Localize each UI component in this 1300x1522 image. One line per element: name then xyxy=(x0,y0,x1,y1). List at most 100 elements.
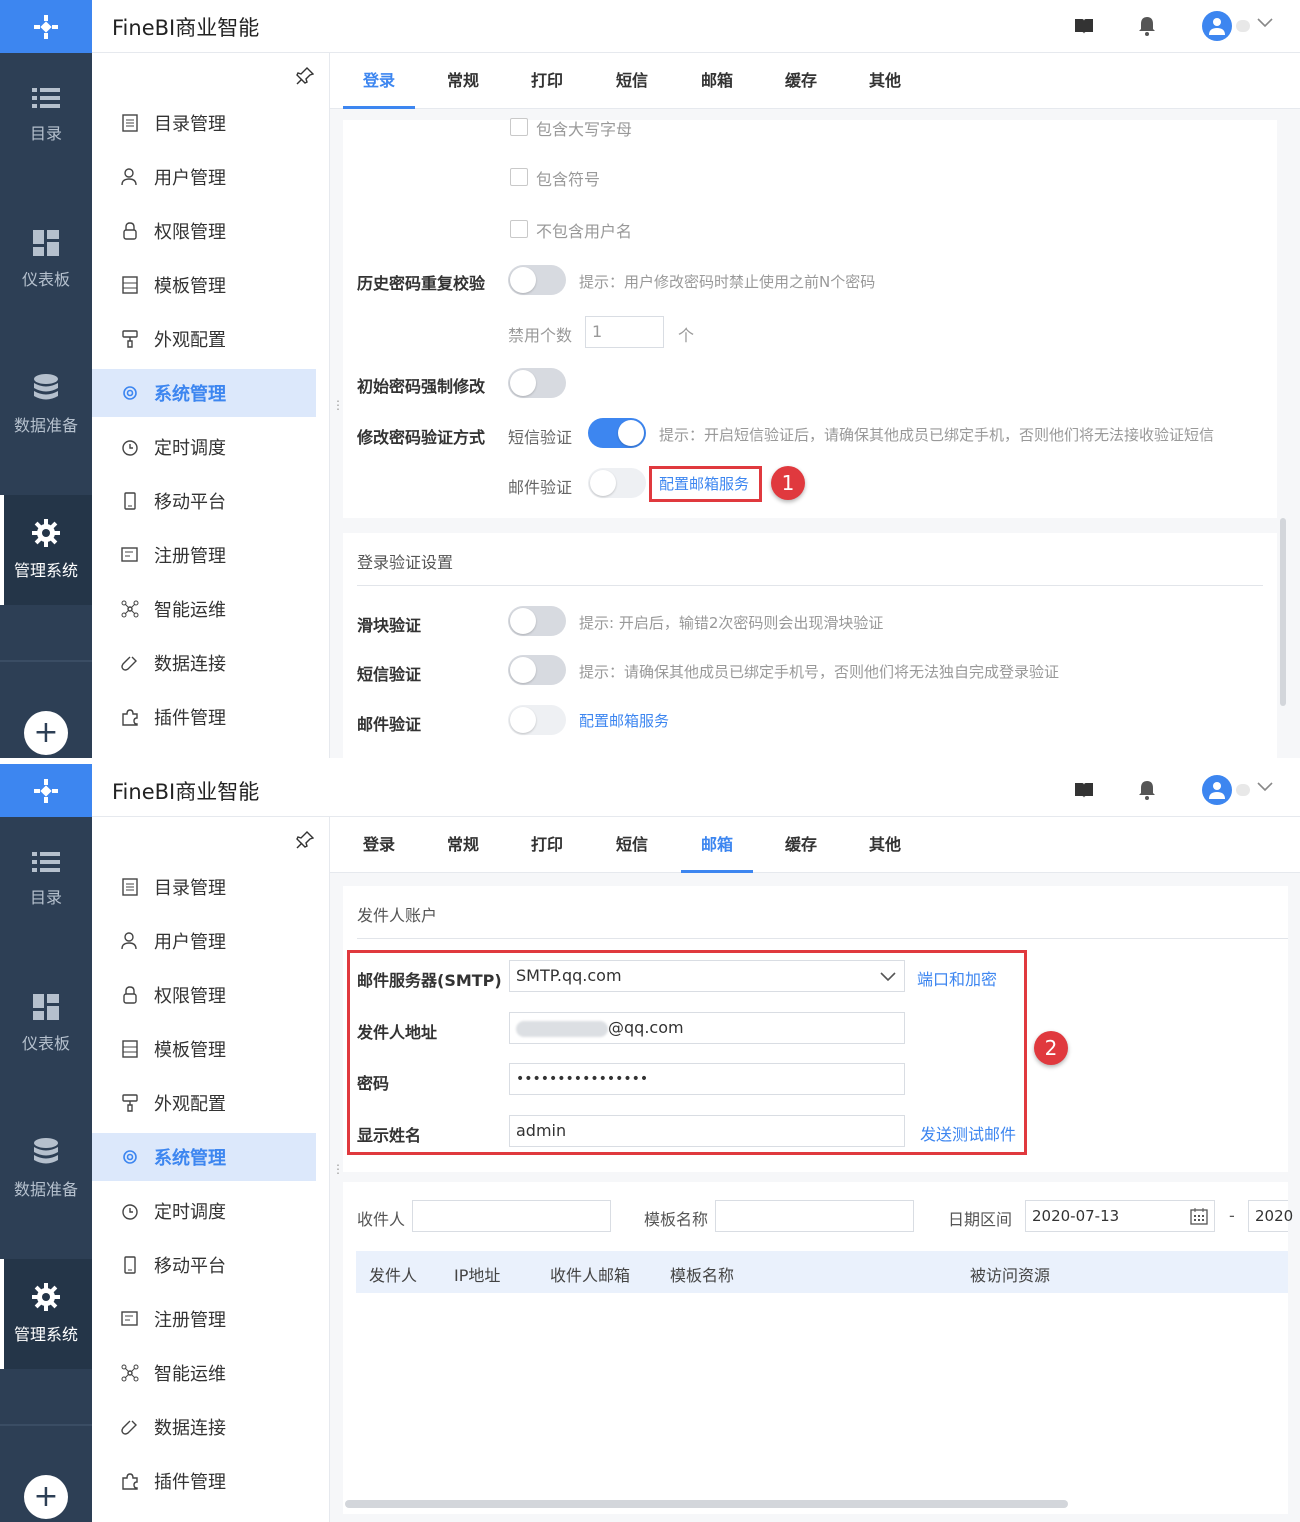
logo[interactable] xyxy=(0,764,92,817)
tab-sms[interactable]: 短信 xyxy=(596,53,668,109)
menu-item-users[interactable]: 用户管理 xyxy=(92,917,316,965)
menu-item-templates[interactable]: 模板管理 xyxy=(92,1025,316,1073)
rail-item-catalog[interactable]: 目录 xyxy=(0,824,92,934)
menu-item-plugins[interactable]: 插件管理 xyxy=(92,693,316,741)
link-icon xyxy=(120,653,140,673)
chevron-down-icon[interactable] xyxy=(1257,18,1273,28)
menu-item-data-connection[interactable]: 数据连接 xyxy=(92,639,316,687)
chevron-down-icon[interactable] xyxy=(1257,782,1273,792)
date-start-input[interactable]: 2020-07-13 xyxy=(1025,1200,1215,1232)
menu-item-catalog[interactable]: 目录管理 xyxy=(92,99,316,147)
menu-item-appearance[interactable]: 外观配置 xyxy=(92,1079,316,1127)
calendar-icon[interactable] xyxy=(1190,1207,1208,1225)
register-icon xyxy=(120,1309,140,1329)
menu-item-ops[interactable]: 智能运维 xyxy=(92,585,316,633)
rail-item-dashboard[interactable]: 仪表板 xyxy=(0,205,92,315)
menu-item-registration[interactable]: 注册管理 xyxy=(92,531,316,579)
menu-item-label: 系统管理 xyxy=(154,384,226,405)
rail-item-admin[interactable]: 管理系统 xyxy=(0,495,92,605)
recipient-filter-label: 收件人 xyxy=(357,1210,406,1229)
tab-general[interactable]: 常规 xyxy=(427,53,499,109)
history-check-hint: 提示：用户修改密码时禁止使用之前N个密码 xyxy=(579,273,876,291)
rail-item-admin[interactable]: 管理系统 xyxy=(0,1259,92,1369)
add-button[interactable]: + xyxy=(24,711,68,755)
tab-login[interactable]: 登录 xyxy=(343,817,415,873)
tab-print[interactable]: 打印 xyxy=(511,817,583,873)
avatar[interactable] xyxy=(1202,775,1232,805)
catalog-icon xyxy=(120,113,140,133)
book-icon[interactable] xyxy=(1074,780,1094,800)
sms-verify-toggle[interactable] xyxy=(588,418,646,448)
rail-item-data-prep[interactable]: 数据准备 xyxy=(0,1114,92,1224)
menu-item-label: 权限管理 xyxy=(154,222,226,243)
menu-item-system[interactable]: 系统管理 xyxy=(92,369,316,417)
add-button[interactable]: + xyxy=(24,1475,68,1519)
checkbox-no-username[interactable] xyxy=(510,220,528,238)
pin-icon[interactable] xyxy=(296,67,314,85)
rail-item-catalog[interactable]: 目录 xyxy=(0,60,92,170)
menu-item-catalog[interactable]: 目录管理 xyxy=(92,863,316,911)
forbid-count-input[interactable]: 1 xyxy=(585,316,664,348)
tab-other[interactable]: 其他 xyxy=(849,817,921,873)
tab-sms[interactable]: 短信 xyxy=(596,817,668,873)
tab-login[interactable]: 登录 xyxy=(343,53,415,109)
mail-login-toggle[interactable] xyxy=(508,705,566,735)
tab-general[interactable]: 常规 xyxy=(427,817,499,873)
resize-handle[interactable]: ⋮ xyxy=(332,1162,344,1178)
history-check-toggle[interactable] xyxy=(508,265,566,295)
menu-item-schedule[interactable]: 定时调度 xyxy=(92,423,316,471)
menu-item-permissions[interactable]: 权限管理 xyxy=(92,207,316,255)
date-range-label: 日期区间 xyxy=(948,1210,1013,1229)
mail-verify-toggle[interactable] xyxy=(588,468,646,498)
menu-item-data-connection[interactable]: 数据连接 xyxy=(92,1403,316,1451)
tab-mailbox[interactable]: 邮箱 xyxy=(681,53,753,109)
tab-print[interactable]: 打印 xyxy=(511,53,583,109)
brush-icon xyxy=(120,1093,140,1113)
menu-item-label: 外观配置 xyxy=(154,1094,226,1115)
pin-icon[interactable] xyxy=(296,831,314,849)
sms-login-toggle[interactable] xyxy=(508,655,566,685)
highlight-box xyxy=(347,950,1027,1155)
book-icon[interactable] xyxy=(1074,16,1094,36)
menu-item-plugins[interactable]: 插件管理 xyxy=(92,1457,316,1505)
menu-item-label: 用户管理 xyxy=(154,932,226,953)
horizontal-scrollbar[interactable] xyxy=(345,1500,1068,1508)
template-filter-input[interactable] xyxy=(715,1200,914,1232)
tab-cache[interactable]: 缓存 xyxy=(765,817,837,873)
resize-handle[interactable]: ⋮ xyxy=(332,398,344,414)
vertical-scrollbar[interactable] xyxy=(1280,518,1286,706)
tab-other[interactable]: 其他 xyxy=(849,53,921,109)
menu-item-mobile[interactable]: 移动平台 xyxy=(92,477,316,525)
tab-cache[interactable]: 缓存 xyxy=(765,53,837,109)
checkbox-symbol[interactable] xyxy=(510,168,528,186)
recipient-filter-input[interactable] xyxy=(412,1200,611,1232)
menu-item-mobile[interactable]: 移动平台 xyxy=(92,1241,316,1289)
menu-item-users[interactable]: 用户管理 xyxy=(92,153,316,201)
slider-verify-toggle[interactable] xyxy=(508,606,566,636)
bell-icon[interactable] xyxy=(1138,780,1156,800)
date-end-input[interactable]: 2020 xyxy=(1248,1200,1293,1232)
logo-icon xyxy=(34,14,58,39)
menu-item-system[interactable]: 系统管理 xyxy=(92,1133,316,1181)
logo[interactable] xyxy=(0,0,92,53)
user-icon xyxy=(120,931,140,951)
rail-item-data-prep[interactable]: 数据准备 xyxy=(0,350,92,460)
initial-force-toggle[interactable] xyxy=(508,368,566,398)
rail-item-dashboard[interactable]: 仪表板 xyxy=(0,969,92,1079)
menu-item-permissions[interactable]: 权限管理 xyxy=(92,971,316,1019)
tab-mailbox[interactable]: 邮箱 xyxy=(681,817,753,873)
lock-icon xyxy=(120,985,140,1005)
menu-item-appearance[interactable]: 外观配置 xyxy=(92,315,316,363)
menu-item-label: 插件管理 xyxy=(154,1472,226,1493)
avatar[interactable] xyxy=(1202,11,1232,41)
step-badge: 1 xyxy=(771,466,805,500)
checkbox-uppercase[interactable] xyxy=(510,118,528,136)
menu-item-templates[interactable]: 模板管理 xyxy=(92,261,316,309)
menu-item-ops[interactable]: 智能运维 xyxy=(92,1349,316,1397)
menu-item-registration[interactable]: 注册管理 xyxy=(92,1295,316,1343)
app-title: FineBI商业智能 xyxy=(112,780,260,804)
bell-icon[interactable] xyxy=(1138,16,1156,36)
menu-item-label: 定时调度 xyxy=(154,438,226,459)
menu-item-schedule[interactable]: 定时调度 xyxy=(92,1187,316,1235)
configure-mail-link[interactable]: 配置邮箱服务 xyxy=(579,710,669,731)
